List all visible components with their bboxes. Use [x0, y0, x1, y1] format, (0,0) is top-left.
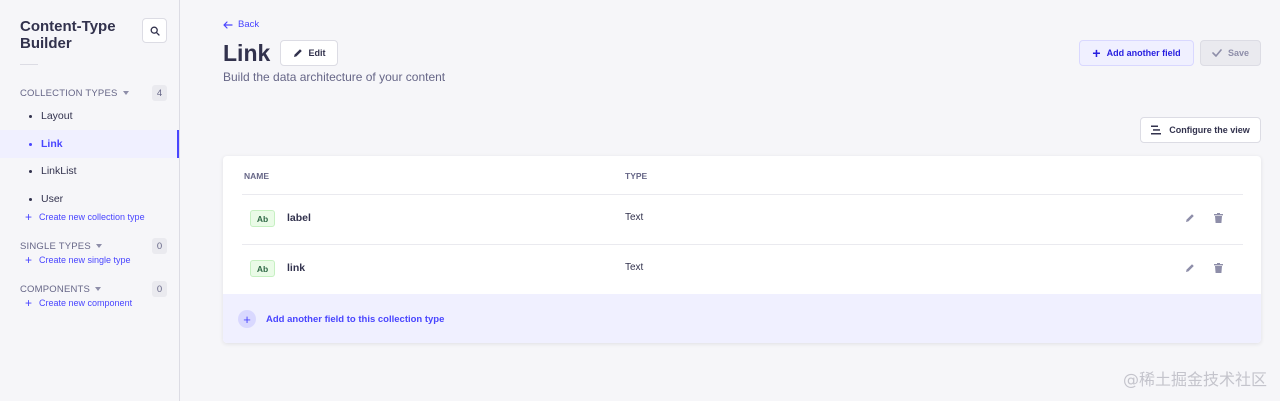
page-title: Link [223, 40, 271, 66]
table-row: Ab label Text [223, 194, 1261, 244]
list-settings-icon [1151, 125, 1162, 135]
text-field-badge: Ab [250, 210, 275, 227]
edit-field-button[interactable] [1183, 261, 1197, 275]
delete-field-button[interactable] [1211, 261, 1225, 275]
caret-down-icon [95, 244, 102, 248]
count-badge: 0 [152, 238, 167, 254]
field-name: link [287, 262, 306, 274]
sidebar: Content-Type Builder COLLECTION TYPES 4 … [0, 0, 180, 401]
section-label: COMPONENTS [20, 283, 91, 295]
section-collection-types[interactable]: COLLECTION TYPES 4 [20, 85, 167, 101]
trash-icon [1213, 263, 1223, 273]
page-subtitle: Build the data architecture of your cont… [223, 70, 446, 84]
sidebar-item-user[interactable]: User [0, 185, 179, 213]
plus-icon: + [25, 210, 33, 224]
plus-icon: + [25, 296, 33, 310]
bullet-icon [29, 114, 32, 118]
fields-table: NAME TYPE Ab label Text Ab link Text + A… [223, 156, 1261, 343]
plus-circle-icon: + [238, 310, 256, 328]
arrow-left-icon [223, 20, 233, 29]
create-collection-type-link[interactable]: + Create new collection type [25, 210, 145, 224]
bullet-icon [29, 142, 32, 146]
pencil-icon [1186, 264, 1194, 272]
sidebar-item-link[interactable]: Link [0, 130, 179, 158]
field-type: Text [625, 262, 644, 273]
back-label: Back [238, 19, 260, 30]
add-field-row-label: Add another field to this collection typ… [266, 314, 445, 325]
edit-field-button[interactable] [1183, 211, 1197, 225]
pencil-icon [1186, 214, 1194, 222]
plus-icon: + [1092, 45, 1101, 61]
create-label: Create new collection type [39, 212, 145, 222]
check-icon [1212, 49, 1222, 57]
delete-field-button[interactable] [1211, 211, 1225, 225]
count-badge: 4 [152, 85, 167, 101]
add-field-row[interactable]: + Add another field to this collection t… [223, 294, 1261, 343]
create-label: Create new component [39, 298, 133, 308]
sidebar-title: Content-Type Builder [20, 18, 116, 52]
configure-label: Configure the view [1169, 125, 1250, 135]
edit-label: Edit [308, 48, 326, 58]
configure-view-button[interactable]: Configure the view [1140, 117, 1261, 143]
sidebar-item-label: User [41, 193, 64, 205]
edit-button[interactable]: Edit [280, 40, 338, 66]
sidebar-search-button[interactable] [142, 18, 167, 43]
section-label: SINGLE TYPES [20, 240, 91, 252]
create-single-type-link[interactable]: + Create new single type [25, 253, 131, 267]
sidebar-item-label: Link [41, 138, 63, 150]
add-field-label: Add another field [1106, 48, 1181, 58]
caret-down-icon [122, 91, 129, 95]
bullet-icon [29, 169, 32, 173]
sidebar-divider [20, 64, 38, 65]
sidebar-item-layout[interactable]: Layout [0, 102, 179, 130]
field-name: label [287, 212, 311, 224]
count-badge: 0 [152, 281, 167, 297]
column-header-name: NAME [244, 171, 270, 181]
add-another-field-button[interactable]: + Add another field [1079, 40, 1194, 66]
text-field-badge: Ab [250, 260, 275, 277]
table-row: Ab link Text [223, 244, 1261, 294]
create-component-link[interactable]: + Create new component [25, 296, 133, 310]
sidebar-item-label: Layout [41, 110, 73, 122]
save-button[interactable]: Save [1200, 40, 1261, 66]
pencil-icon [293, 49, 302, 57]
section-single-types[interactable]: SINGLE TYPES 0 [20, 238, 167, 254]
watermark: @稀土掘金技术社区 [1122, 370, 1267, 389]
create-label: Create new single type [39, 255, 131, 265]
save-label: Save [1227, 48, 1250, 58]
plus-icon: + [25, 253, 33, 267]
section-components[interactable]: COMPONENTS 0 [20, 281, 167, 297]
search-icon [150, 26, 160, 36]
trash-icon [1213, 213, 1223, 223]
bullet-icon [29, 197, 32, 201]
back-link[interactable]: Back [223, 19, 259, 30]
caret-down-icon [95, 287, 102, 291]
section-label: COLLECTION TYPES [20, 87, 118, 99]
column-header-type: TYPE [625, 171, 648, 181]
field-type: Text [625, 212, 644, 223]
sidebar-item-label: LinkList [41, 165, 77, 177]
sidebar-item-linklist[interactable]: LinkList [0, 157, 179, 185]
